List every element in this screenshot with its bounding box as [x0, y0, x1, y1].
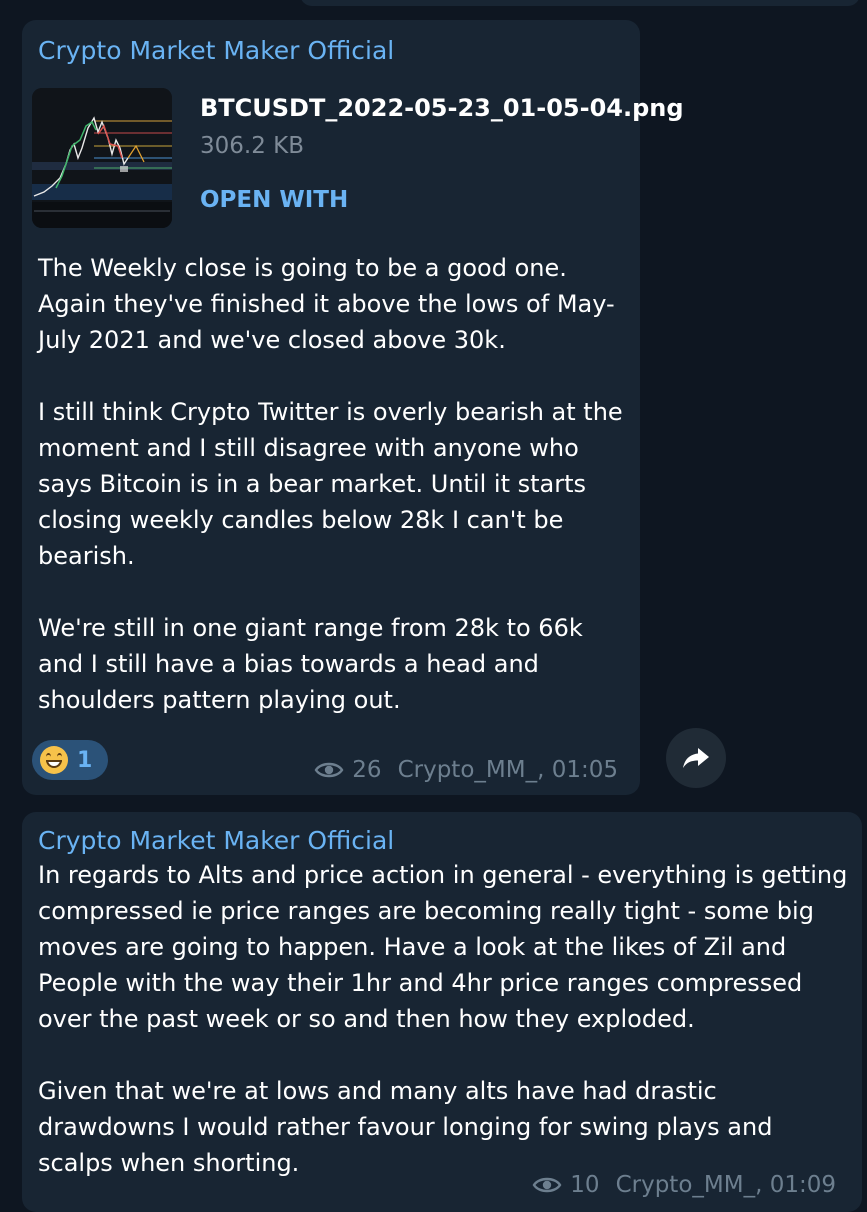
forward-button[interactable] [666, 728, 726, 788]
eye-icon [314, 762, 344, 778]
message-signature: Crypto_MM_, 01:05 [397, 757, 618, 783]
open-with-button[interactable]: OPEN WITH [200, 187, 348, 213]
message-text-line: shoulders pattern playing out. [38, 686, 401, 714]
message-text-line: over the past week or so and then how th… [38, 1005, 695, 1033]
chart-thumbnail-image [32, 88, 172, 228]
message-signature: Crypto_MM_, 01:09 [615, 1172, 836, 1198]
sender-name[interactable]: Crypto Market Maker Official [38, 826, 394, 855]
grinning-face-icon [40, 746, 68, 774]
message-text-line: I still think Crypto Twitter is overly b… [38, 398, 623, 426]
sender-name[interactable]: Crypto Market Maker Official [38, 36, 394, 65]
message-text-line: We're still in one giant range from 28k … [38, 614, 583, 642]
message-text-line: bearish. [38, 542, 135, 570]
message-text-line: moment and I still disagree with anyone … [38, 434, 579, 462]
message-text-line: and I still have a bias towards a head a… [38, 650, 539, 678]
message-text-line: compressed ie price ranges are becoming … [38, 897, 814, 925]
message-text-line: Given that we're at lows and many alts h… [38, 1077, 717, 1105]
eye-icon [532, 1177, 562, 1193]
view-count: 10 [570, 1172, 600, 1198]
message-text-line: People with the way their 1hr and 4hr pr… [38, 969, 803, 997]
message-text-line: The Weekly close is going to be a good o… [38, 254, 567, 282]
message-text: The Weekly close is going to be a good o… [38, 250, 623, 718]
message-bubble[interactable]: Crypto Market Maker Official In regards … [22, 812, 862, 1212]
chart-thumbnail[interactable] [32, 88, 172, 228]
attachment-file-name[interactable]: BTCUSDT_2022-05-23_01-05-04.png [200, 94, 684, 122]
message-text-line: says Bitcoin is in a bear market. Until … [38, 470, 587, 498]
view-count: 26 [352, 757, 382, 783]
message-text: In regards to Alts and price action in g… [38, 857, 847, 1181]
message-text-line: drawdowns I would rather favour longing … [38, 1113, 773, 1141]
reaction-button[interactable]: 1 [32, 740, 108, 780]
message-meta: 26 Crypto_MM_, 01:05 [314, 757, 618, 783]
message-text-line: In regards to Alts and price action in g… [38, 861, 848, 889]
message-bubble[interactable]: Crypto Market Maker Official BTCUSDT_202… [22, 20, 684, 795]
message-text-line: Again they've finished it above the lows… [38, 290, 615, 318]
message-text-line: moves are going to happen. Have a look a… [38, 933, 787, 961]
share-arrow-icon [683, 748, 709, 768]
previous-message-edge [300, 0, 860, 6]
attachment-file-size: 306.2 KB [200, 133, 305, 159]
message-meta: 10 Crypto_MM_, 01:09 [532, 1172, 836, 1198]
reaction-count: 1 [77, 747, 93, 773]
message-text-line: July 2021 and we've closed above 30k. [38, 326, 506, 354]
message-text-line: closing weekly candles below 28k I can't… [38, 506, 564, 534]
